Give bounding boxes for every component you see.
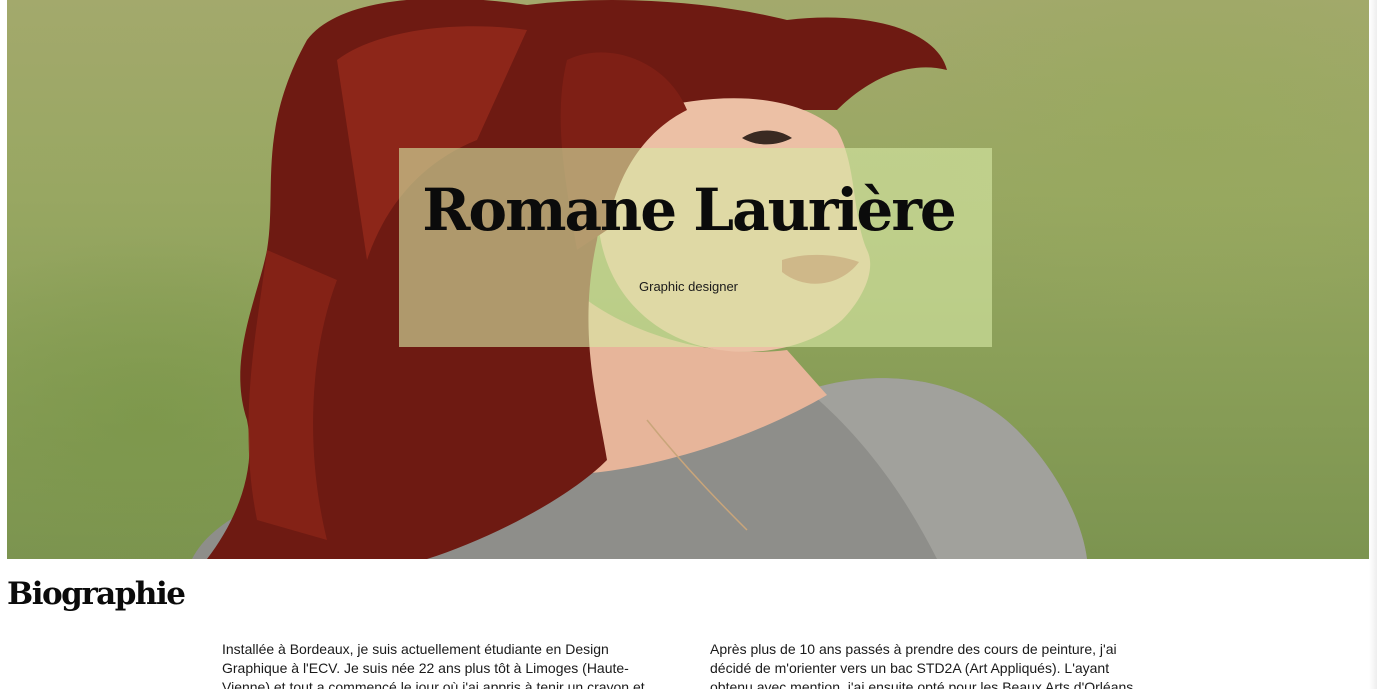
biography-heading: Biographie <box>7 576 186 612</box>
biography-paragraph-right: Après plus de 10 ans passés à prendre de… <box>710 641 1134 689</box>
biography-paragraph-left: Installée à Bordeaux, je suis actuelleme… <box>222 641 645 689</box>
hero-name-heading: Romane Laurière <box>422 176 957 244</box>
portfolio-page: Romane Laurière Graphic designer Biograp… <box>0 0 1377 689</box>
hero-subtitle: Graphic designer <box>639 279 738 294</box>
scrollbar-edge <box>1369 0 1377 689</box>
